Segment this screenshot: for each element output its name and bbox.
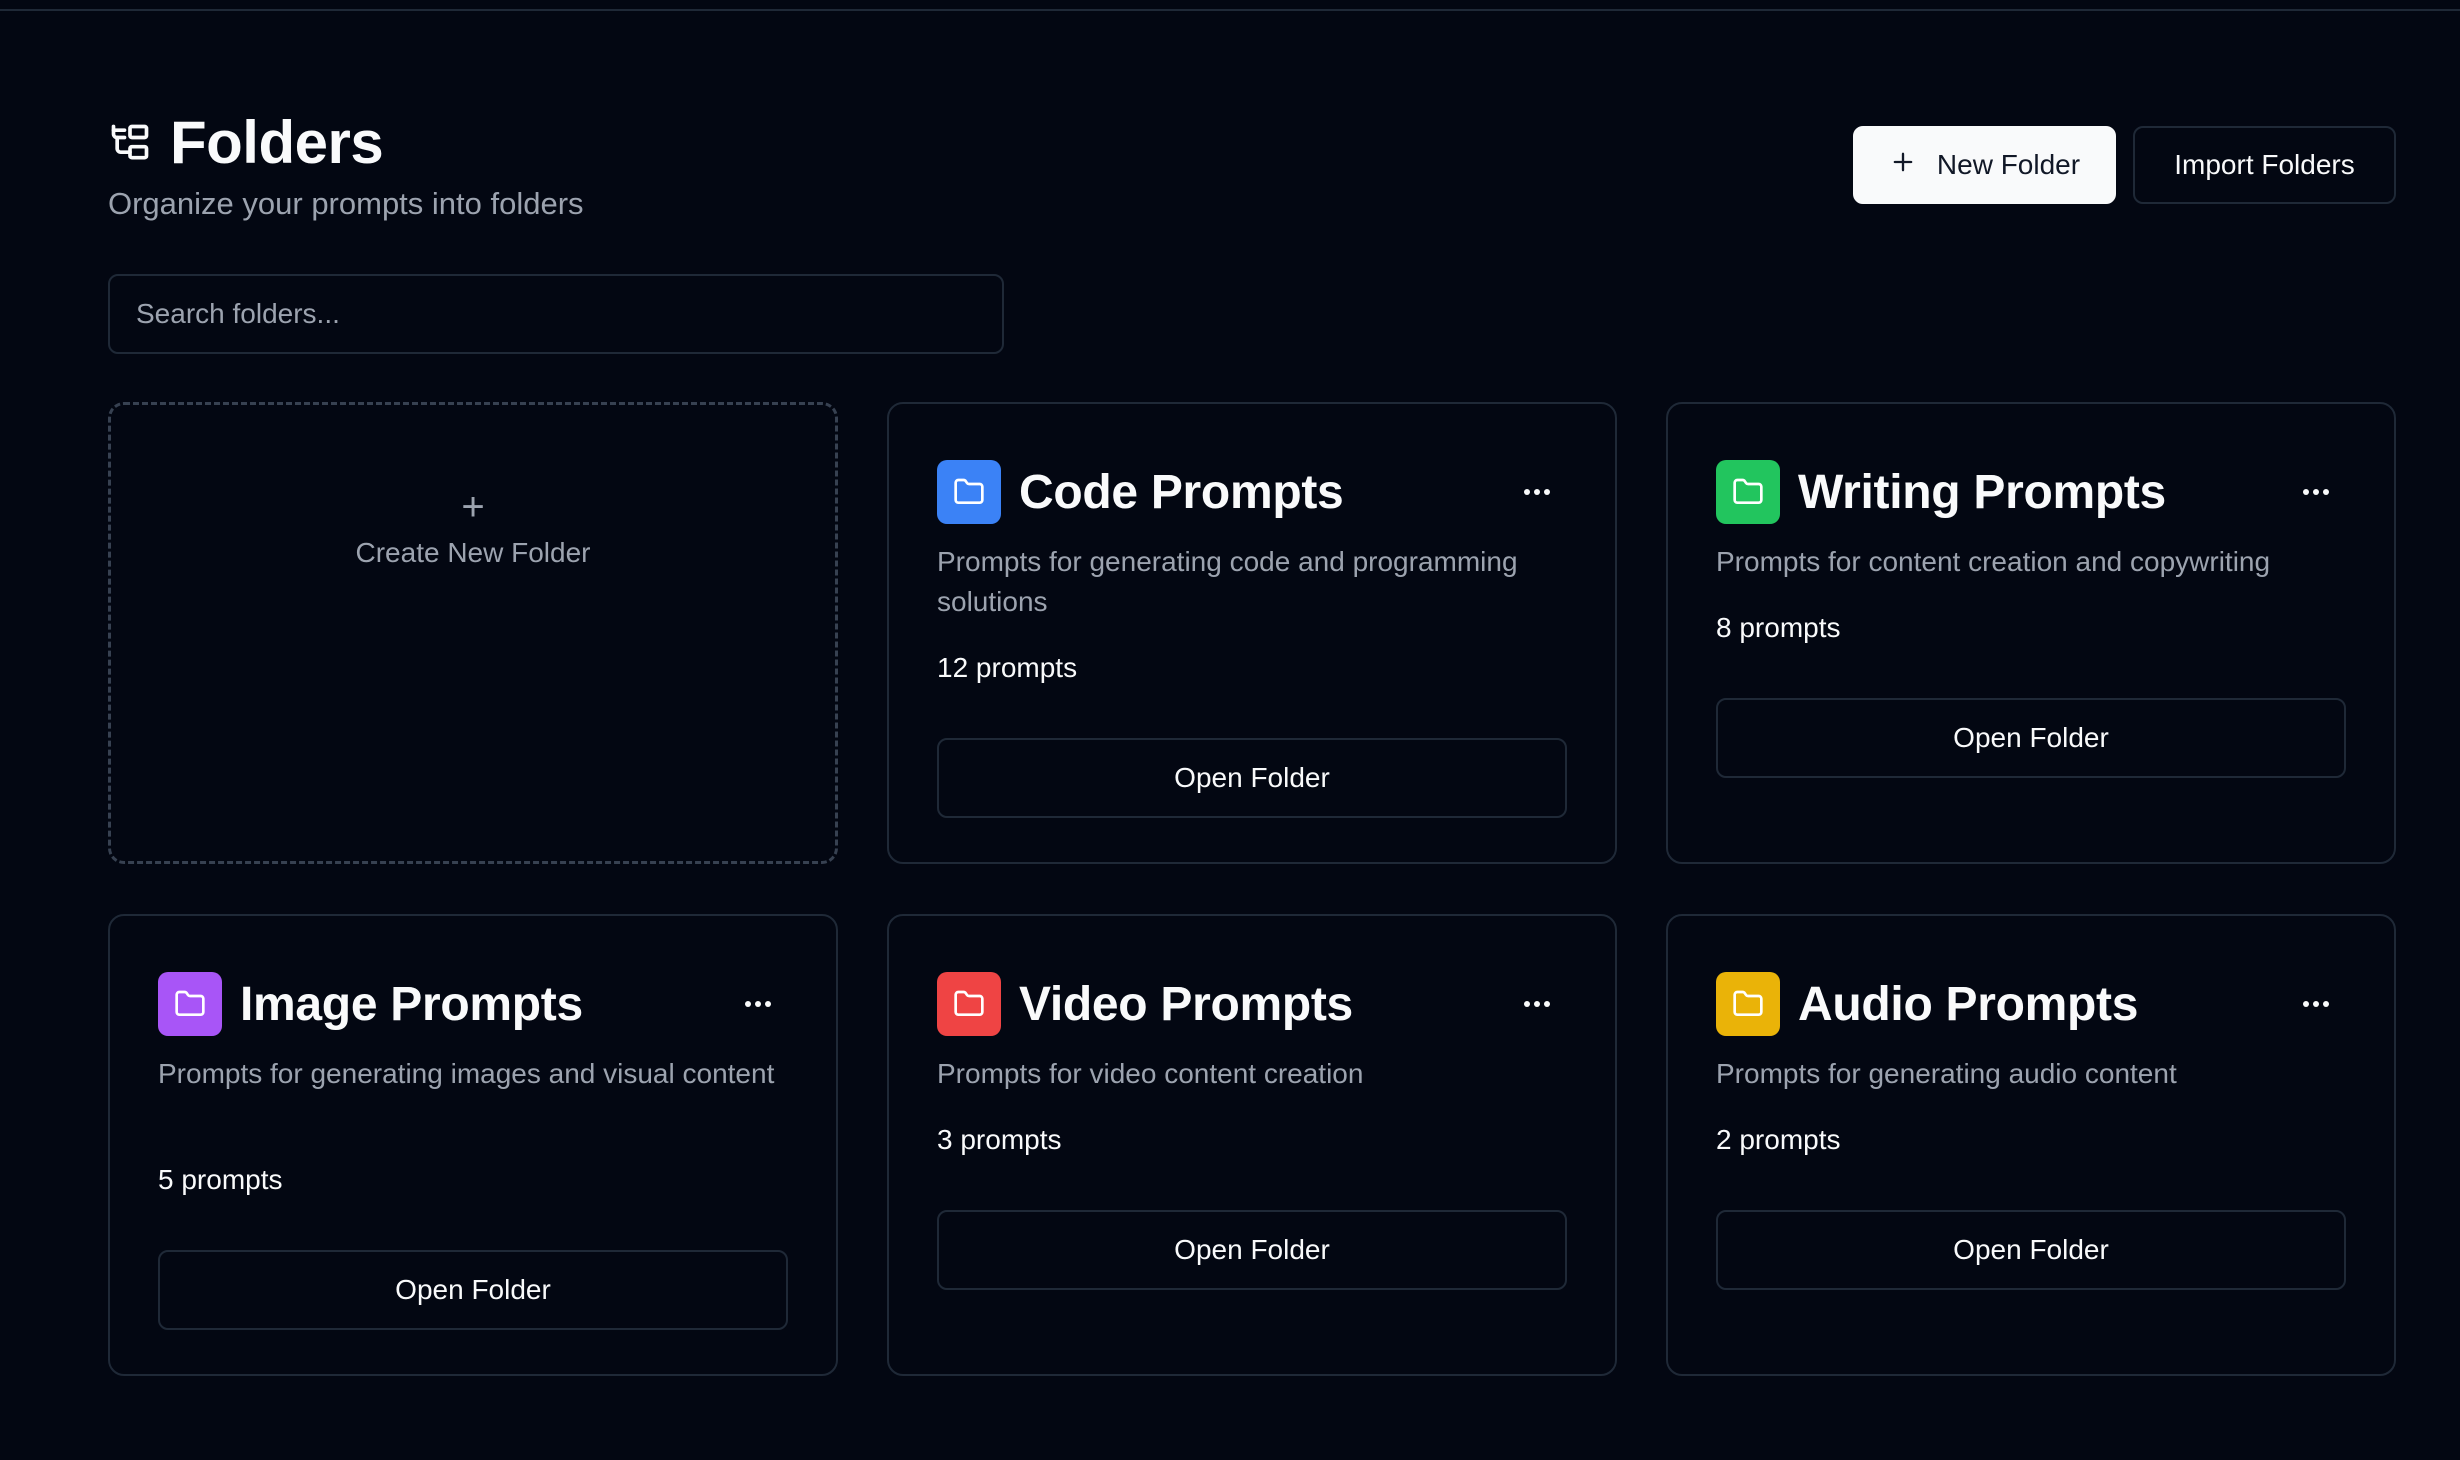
create-new-folder-label: Create New Folder xyxy=(355,537,591,568)
folder-card-code: Code Prompts Prompts for generating code… xyxy=(887,402,1617,864)
folder-title: Code Prompts xyxy=(1019,465,1344,519)
more-options-icon[interactable] xyxy=(1507,462,1567,522)
folder-card-writing: Writing Prompts Prompts for content crea… xyxy=(1666,402,2396,864)
more-options-icon[interactable] xyxy=(2286,462,2346,522)
more-options-icon[interactable] xyxy=(1507,974,1567,1034)
new-folder-label: New Folder xyxy=(1936,149,2081,180)
more-options-icon[interactable] xyxy=(728,974,788,1034)
card-header: Image Prompts xyxy=(158,972,788,1036)
prompt-count: 8 prompts xyxy=(1716,612,1841,643)
search-input[interactable] xyxy=(108,274,1004,354)
page-subtitle: Organize your prompts into folders xyxy=(108,186,584,221)
more-options-icon[interactable] xyxy=(2286,974,2346,1034)
folder-tree-icon xyxy=(108,121,152,165)
folder-icon xyxy=(158,972,222,1036)
folder-description: Prompts for generating images and visual… xyxy=(158,1058,775,1089)
open-folder-button[interactable]: Open Folder xyxy=(1716,698,2346,778)
folder-title: Audio Prompts xyxy=(1798,977,2139,1031)
new-folder-button[interactable]: New Folder xyxy=(1853,126,2116,204)
prompt-count: 3 prompts xyxy=(937,1124,1062,1155)
folder-description: Prompts for generating code and programm… xyxy=(937,546,1518,617)
open-folder-button[interactable]: Open Folder xyxy=(937,738,1567,818)
card-header: Video Prompts xyxy=(937,972,1567,1036)
folder-title: Video Prompts xyxy=(1019,977,1353,1031)
card-header: Audio Prompts xyxy=(1716,972,2346,1036)
page-header: Folders Organize your prompts into folde… xyxy=(108,108,584,222)
folder-description: Prompts for video content creation xyxy=(937,1058,1364,1089)
prompt-count: 5 prompts xyxy=(158,1164,283,1195)
prompt-count: 2 prompts xyxy=(1716,1124,1841,1155)
page-title: Folders xyxy=(170,109,384,176)
folder-card-video: Video Prompts Prompts for video content … xyxy=(887,914,1617,1376)
open-folder-button[interactable]: Open Folder xyxy=(937,1210,1567,1290)
top-divider xyxy=(0,0,2460,11)
folder-title: Image Prompts xyxy=(240,977,583,1031)
plus-icon xyxy=(1889,148,1917,183)
header-actions: New Folder Import Folders xyxy=(1853,126,2396,204)
folder-card-image: Image Prompts Prompts for generating ima… xyxy=(108,914,838,1376)
folder-icon xyxy=(937,972,1001,1036)
folder-icon xyxy=(937,460,1001,524)
prompt-count: 12 prompts xyxy=(937,652,1078,683)
title-row: Folders xyxy=(108,108,584,178)
open-folder-button[interactable]: Open Folder xyxy=(158,1250,788,1330)
folder-card-audio: Audio Prompts Prompts for generating aud… xyxy=(1666,914,2396,1376)
folder-description: Prompts for content creation and copywri… xyxy=(1716,546,2271,577)
create-new-folder-card[interactable]: + Create New Folder xyxy=(108,402,838,864)
folder-icon xyxy=(1716,972,1780,1036)
folder-icon xyxy=(1716,460,1780,524)
card-header: Writing Prompts xyxy=(1716,460,2346,524)
open-folder-button[interactable]: Open Folder xyxy=(1716,1210,2346,1290)
folder-description: Prompts for generating audio content xyxy=(1716,1058,2177,1089)
import-folders-button[interactable]: Import Folders xyxy=(2133,126,2396,204)
card-header: Code Prompts xyxy=(937,460,1567,524)
plus-icon: + xyxy=(461,485,485,529)
folder-title: Writing Prompts xyxy=(1798,465,2166,519)
